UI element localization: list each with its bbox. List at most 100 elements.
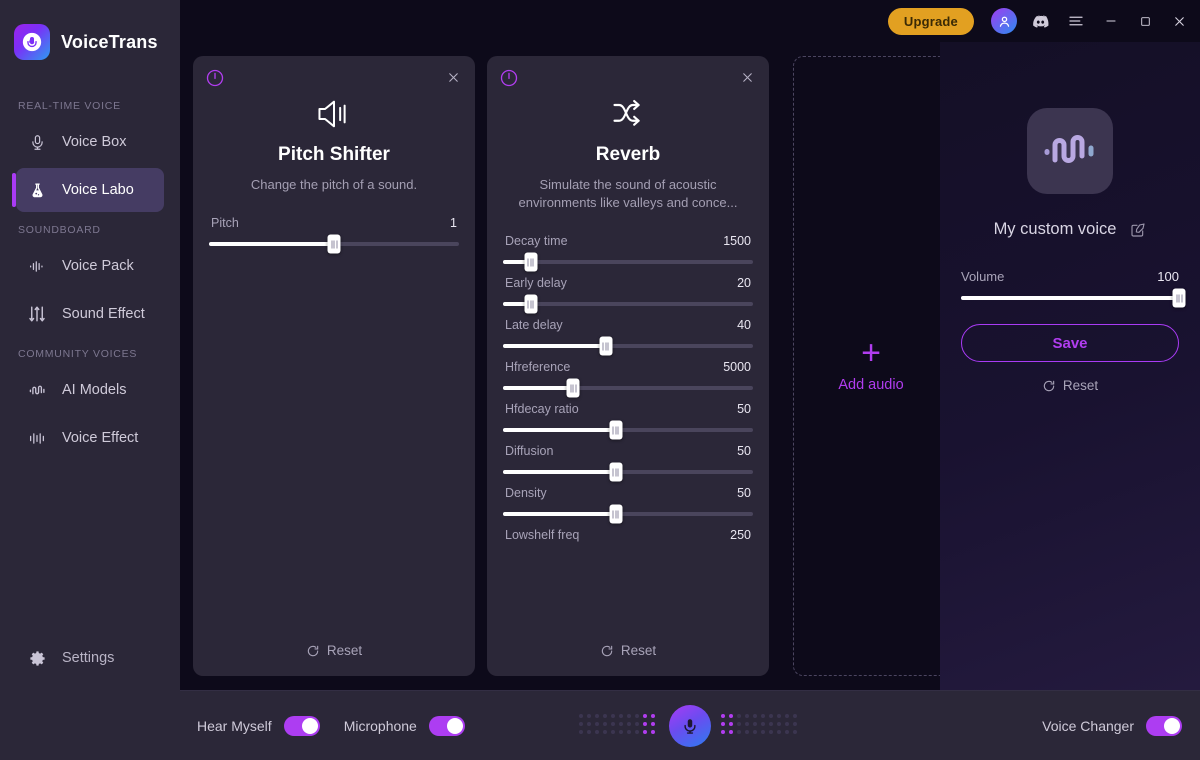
slider-thumb[interactable] xyxy=(1172,288,1186,308)
parameter-slider[interactable] xyxy=(503,420,753,440)
window-minimize-icon[interactable] xyxy=(1094,4,1128,38)
effects-area: Pitch Shifter Change the pitch of a soun… xyxy=(180,56,949,676)
sidebar-nav: REAL-TIME VOICE Voice Box Voice Labo SOU… xyxy=(0,88,180,464)
parameter-label: Hfdecay ratio xyxy=(505,402,579,416)
slider-thumb[interactable] xyxy=(609,504,622,524)
slider-thumb[interactable] xyxy=(524,252,537,272)
sidebar-item-label: Voice Labo xyxy=(62,182,134,198)
parameter-value: 20 xyxy=(737,276,751,290)
parameter-slider[interactable] xyxy=(503,462,753,482)
mic-button[interactable] xyxy=(669,704,711,747)
parameter-slider[interactable] xyxy=(209,234,459,254)
reset-button[interactable]: Reset xyxy=(306,643,362,658)
parameter-row: Lowshelf freq 250 xyxy=(503,522,753,542)
volume-control: Volume 100 xyxy=(961,269,1186,308)
window-close-icon[interactable] xyxy=(1162,4,1196,38)
parameter-slider[interactable] xyxy=(503,504,753,524)
brand-name: VoiceTrans xyxy=(61,31,158,52)
parameter-value: 50 xyxy=(737,486,751,500)
upgrade-button[interactable]: Upgrade xyxy=(887,7,974,35)
reset-label: Reset xyxy=(1062,378,1099,393)
hear-myself-toggle[interactable] xyxy=(283,715,320,736)
parameter-row: Hfreference 5000 xyxy=(503,354,753,398)
microphone-label: Microphone xyxy=(343,717,417,734)
parameter-row: Decay time 1500 xyxy=(503,228,753,272)
voice-changer-toggle[interactable] xyxy=(1146,715,1182,736)
card-description: Change the pitch of a sound. xyxy=(250,177,418,192)
parameter-slider[interactable] xyxy=(503,336,753,356)
card-header: Pitch Shifter Change the pitch of a soun… xyxy=(209,70,459,194)
parameter-row: Late delay 40 xyxy=(503,312,753,356)
slider-thumb[interactable] xyxy=(566,378,580,398)
parameter-label: Density xyxy=(505,486,547,500)
card-footer: Reset xyxy=(503,643,753,676)
microphone-toggle[interactable] xyxy=(428,715,465,736)
parameter-slider[interactable] xyxy=(503,378,753,398)
power-icon[interactable] xyxy=(205,68,225,88)
parameter-value: 40 xyxy=(737,318,751,332)
slider-thumb[interactable] xyxy=(609,420,622,440)
card-title: Reverb xyxy=(595,144,661,165)
parameter-label: Late delay xyxy=(505,318,563,332)
power-icon[interactable] xyxy=(499,68,519,88)
sidebar-item-label: Voice Effect xyxy=(62,430,139,446)
sidebar-item-voice-labo[interactable]: Voice Labo xyxy=(12,168,164,212)
parameter-value: 1500 xyxy=(723,234,751,248)
parameter-row: Density 50 xyxy=(503,480,753,524)
sidebar-item-voice-pack[interactable]: Voice Pack xyxy=(16,244,164,288)
voice-preview-panel: My custom voice Volume 100 Save Reset xyxy=(940,42,1200,690)
parameter-label: Hfreference xyxy=(505,360,571,374)
mic-visualizer xyxy=(579,704,801,747)
hear-myself-label: Hear Myself xyxy=(197,717,272,734)
reset-button[interactable]: Reset xyxy=(1042,378,1098,393)
sidebar-item-voice-box[interactable]: Voice Box xyxy=(16,120,164,164)
volume-slider[interactable] xyxy=(961,288,1186,308)
toolbar-right: Voice Changer xyxy=(1042,715,1200,736)
sidebar-item-sound-effect[interactable]: Sound Effect xyxy=(16,292,164,336)
voice-name-row: My custom voice xyxy=(994,220,1147,239)
microphone-icon xyxy=(26,134,48,151)
edit-pencil-icon[interactable] xyxy=(1130,222,1146,238)
parameter-value: 1 xyxy=(450,216,457,230)
parameter-label: Pitch xyxy=(211,216,239,230)
reset-circle-icon xyxy=(1042,379,1056,393)
reset-label: Reset xyxy=(620,643,657,658)
titlebar: Upgrade xyxy=(180,0,1200,42)
sidebar-item-voice-effect[interactable]: Voice Effect xyxy=(16,416,164,460)
slider-thumb[interactable] xyxy=(327,234,341,254)
hamburger-menu-icon[interactable] xyxy=(1061,6,1091,36)
discord-icon[interactable] xyxy=(1025,6,1055,36)
volume-label: Volume xyxy=(961,269,1005,284)
bottom-toolbar: Hear Myself Microphone Voice Changer xyxy=(180,690,1200,760)
speaker-icon xyxy=(209,94,459,134)
window-maximize-icon[interactable] xyxy=(1128,4,1162,38)
parameter-value: 5000 xyxy=(723,360,751,374)
slider-thumb[interactable] xyxy=(599,336,612,356)
parameter-label: Early delay xyxy=(505,276,567,290)
app-window: VoiceTrans REAL-TIME VOICE Voice Box Voi… xyxy=(0,0,1200,760)
sidebar-item-settings[interactable]: Settings xyxy=(16,636,164,680)
reset-button[interactable]: Reset xyxy=(600,643,656,658)
flask-icon xyxy=(26,182,48,199)
plus-icon: + xyxy=(861,334,881,372)
sidebar-item-label: Voice Box xyxy=(62,134,127,150)
brand: VoiceTrans xyxy=(0,0,180,62)
save-button[interactable]: Save xyxy=(961,324,1179,362)
hear-myself-control: Hear Myself xyxy=(197,715,320,736)
slider-thumb[interactable] xyxy=(524,294,537,314)
parameter-slider[interactable] xyxy=(503,252,753,272)
sidebar-section-title: REAL-TIME VOICE xyxy=(18,100,121,112)
sidebar: VoiceTrans REAL-TIME VOICE Voice Box Voi… xyxy=(0,0,180,760)
parameter-slider[interactable] xyxy=(503,294,753,314)
add-audio-dropzone[interactable]: + Add audio xyxy=(793,56,949,676)
sidebar-item-ai-models[interactable]: AI Models xyxy=(16,368,164,412)
parameter-row: Pitch 1 xyxy=(209,210,459,254)
sidebar-item-label: Voice Pack xyxy=(62,258,134,274)
slider-thumb[interactable] xyxy=(609,462,622,482)
parameter-label: Decay time xyxy=(505,234,568,248)
close-icon[interactable] xyxy=(443,67,463,87)
close-icon[interactable] xyxy=(737,67,757,87)
account-avatar-icon[interactable] xyxy=(991,8,1017,34)
sidebar-section-title: COMMUNITY VOICES xyxy=(18,348,138,360)
sound-wave-icon xyxy=(1041,129,1099,173)
